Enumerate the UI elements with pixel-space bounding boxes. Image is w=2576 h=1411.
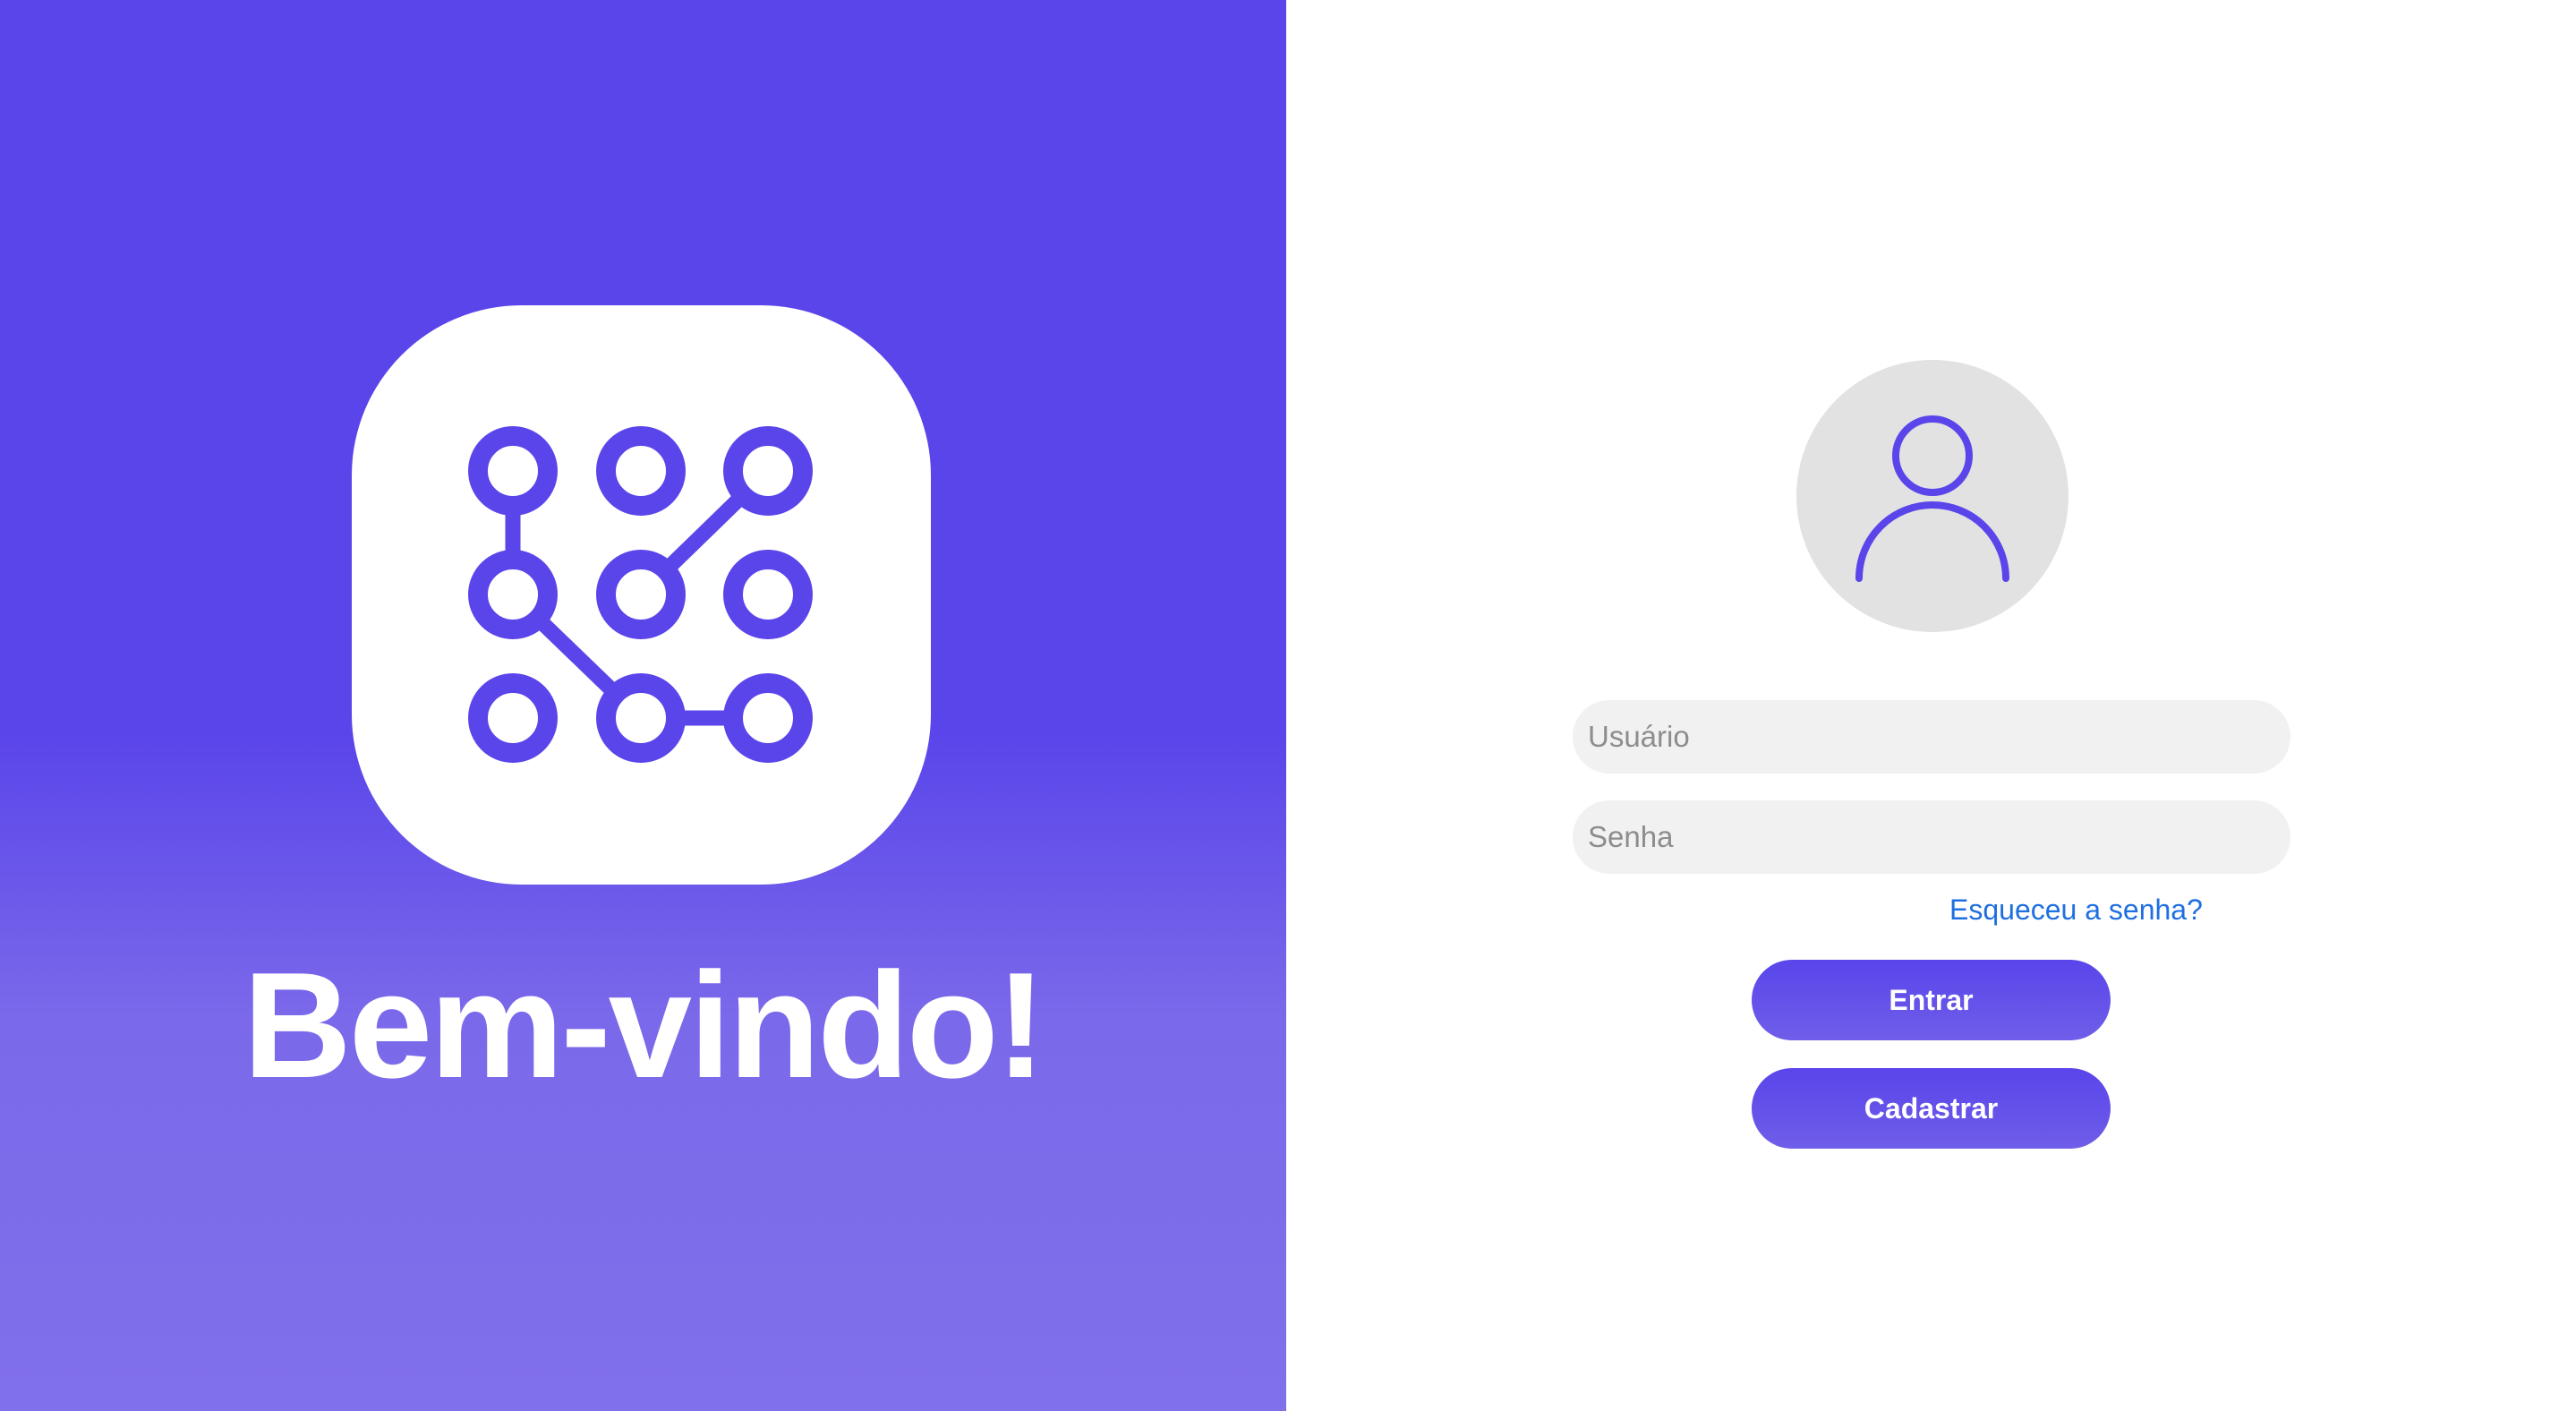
welcome-panel: Bem-vindo! xyxy=(0,0,1286,1411)
login-screen: Bem-vindo! Esqueceu a senha? Entrar Cada… xyxy=(0,0,2576,1411)
user-icon xyxy=(1855,415,2009,582)
register-button[interactable]: Cadastrar xyxy=(1752,1068,2111,1149)
avatar xyxy=(1796,360,2068,632)
app-logo xyxy=(352,305,931,885)
password-input[interactable] xyxy=(1573,800,2290,874)
login-button[interactable]: Entrar xyxy=(1752,960,2111,1040)
pattern-lock-icon xyxy=(468,426,813,763)
forgot-password-link[interactable]: Esqueceu a senha? xyxy=(1949,890,2203,929)
username-input[interactable] xyxy=(1573,700,2290,774)
welcome-title: Bem-vindo! xyxy=(243,941,1046,1109)
